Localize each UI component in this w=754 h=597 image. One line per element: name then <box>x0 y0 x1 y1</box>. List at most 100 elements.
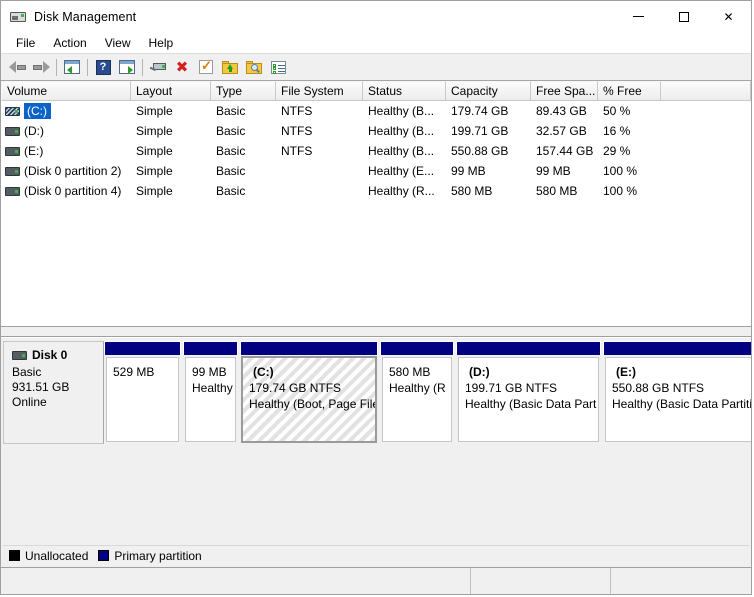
properties-check-button[interactable] <box>194 56 218 78</box>
cell-file-system: NTFS <box>276 144 363 158</box>
list-properties-button[interactable] <box>266 56 290 78</box>
table-row[interactable]: (E:) Simple Basic NTFS Healthy (B... 550… <box>1 141 751 161</box>
partition-body: 99 MB Healthy <box>185 357 236 442</box>
export-list-button[interactable] <box>218 56 242 78</box>
disk-title: Disk 0 <box>12 348 103 363</box>
legend: Unallocated Primary partition <box>3 545 749 565</box>
find-button[interactable] <box>242 56 266 78</box>
help-icon: ? <box>96 60 111 75</box>
help-button[interactable]: ? <box>91 56 115 78</box>
list-properties-icon <box>271 61 286 74</box>
volume-drive-icon <box>5 107 20 116</box>
status-pane-1 <box>1 568 471 594</box>
column-header-capacity[interactable]: Capacity <box>446 81 531 101</box>
partition-block[interactable]: 529 MB <box>104 341 181 444</box>
cell-free-space: 89.43 GB <box>531 104 598 118</box>
table-row[interactable]: (Disk 0 partition 4) Simple Basic Health… <box>1 181 751 201</box>
forward-button[interactable] <box>29 56 53 78</box>
cell-status: Healthy (B... <box>363 124 446 138</box>
cell-file-system: NTFS <box>276 104 363 118</box>
volume-label: (E:) <box>24 144 43 158</box>
partition-block-selected[interactable]: (C:) 179.74 GB NTFS Healthy (Boot, Page … <box>240 341 378 444</box>
partition-body: (E:) 550.88 GB NTFS Healthy (Basic Data … <box>605 357 751 442</box>
column-header-file-system[interactable]: File System <box>276 81 363 101</box>
cell-volume: (D:) <box>1 124 131 138</box>
disk-type: Basic <box>12 365 103 380</box>
partition-block[interactable]: (E:) 550.88 GB NTFS Healthy (Basic Data … <box>603 341 751 444</box>
partition-body: (D:) 199.71 GB NTFS Healthy (Basic Data … <box>458 357 599 442</box>
delete-button[interactable]: ✖ <box>170 56 194 78</box>
volume-drive-icon <box>5 187 20 196</box>
partition-name: (E:) <box>612 364 751 380</box>
volume-drive-icon <box>5 147 20 156</box>
legend-label-primary-partition: Primary partition <box>114 549 201 563</box>
cell-status: Healthy (B... <box>363 104 446 118</box>
minimize-button[interactable] <box>616 1 661 32</box>
up-one-level-button[interactable] <box>60 56 84 78</box>
graphical-view-pane: Disk 0 Basic 931.51 GB Online 529 MB <box>1 337 751 567</box>
column-header-percent-free[interactable]: % Free <box>598 81 661 101</box>
volume-drive-icon <box>5 167 20 176</box>
cell-layout: Simple <box>131 184 211 198</box>
partition-block[interactable]: (D:) 199.71 GB NTFS Healthy (Basic Data … <box>456 341 601 444</box>
partition-type-bar <box>456 341 601 355</box>
maximize-button[interactable] <box>661 1 706 32</box>
partition-status: Healthy (Basic Data Part <box>465 396 598 412</box>
show-hide-console-tree-icon <box>119 60 135 74</box>
show-hide-console-tree-button[interactable] <box>115 56 139 78</box>
close-button[interactable]: ✕ <box>706 1 751 32</box>
toolbar: ? ✖ <box>1 53 751 81</box>
menu-item-help[interactable]: Help <box>140 34 183 52</box>
column-header-free-space[interactable]: Free Spa... <box>531 81 598 101</box>
menu-item-file[interactable]: File <box>7 34 44 52</box>
title-bar: Disk Management ✕ <box>1 1 751 32</box>
partition-name: (D:) <box>465 364 598 380</box>
column-header-layout[interactable]: Layout <box>131 81 211 101</box>
partition-block[interactable]: 99 MB Healthy <box>183 341 238 444</box>
menu-item-view[interactable]: View <box>96 34 140 52</box>
cell-type: Basic <box>211 104 276 118</box>
partition-type-bar <box>183 341 238 355</box>
volume-list-pane: Volume Layout Type File System Status Ca… <box>1 81 751 326</box>
partition-status: Healthy <box>192 380 235 396</box>
column-header-volume[interactable]: Volume <box>1 81 131 101</box>
pane-splitter[interactable] <box>1 326 751 337</box>
column-header-status[interactable]: Status <box>363 81 446 101</box>
disk-icon <box>12 351 27 360</box>
partition-block[interactable]: 580 MB Healthy (R <box>380 341 454 444</box>
rescan-disks-button[interactable] <box>146 56 170 78</box>
table-row[interactable]: (D:) Simple Basic NTFS Healthy (B... 199… <box>1 121 751 141</box>
toolbar-separator <box>142 59 143 76</box>
table-row[interactable]: (C:) Simple Basic NTFS Healthy (B... 179… <box>1 101 751 121</box>
disk-info-panel[interactable]: Disk 0 Basic 931.51 GB Online <box>3 341 104 444</box>
partition-name: (C:) <box>249 364 375 380</box>
partition-size: 550.88 GB NTFS <box>612 380 751 396</box>
toolbar-separator <box>56 59 57 76</box>
back-icon <box>9 61 26 74</box>
status-bar <box>1 567 751 594</box>
volume-label: (Disk 0 partition 2) <box>24 164 121 178</box>
volume-label: (Disk 0 partition 4) <box>24 184 121 198</box>
cell-free-space: 580 MB <box>531 184 598 198</box>
partition-body: 529 MB <box>106 357 179 442</box>
cell-capacity: 550.88 GB <box>446 144 531 158</box>
menu-item-action[interactable]: Action <box>44 34 95 52</box>
cell-capacity: 580 MB <box>446 184 531 198</box>
up-one-level-icon <box>64 60 80 74</box>
disk-row-disk0: Disk 0 Basic 931.51 GB Online 529 MB <box>3 341 749 444</box>
cell-capacity: 199.71 GB <box>446 124 531 138</box>
table-row[interactable]: (Disk 0 partition 2) Simple Basic Health… <box>1 161 751 181</box>
column-header-filler[interactable] <box>661 81 751 101</box>
column-header-type[interactable]: Type <box>211 81 276 101</box>
delete-icon: ✖ <box>176 60 189 75</box>
folder-search-icon <box>246 61 262 74</box>
legend-swatch-unallocated <box>9 550 20 561</box>
minimize-icon <box>633 16 644 17</box>
rescan-disks-icon <box>150 61 167 73</box>
legend-item-primary-partition: Primary partition <box>98 549 201 563</box>
cell-layout: Simple <box>131 124 211 138</box>
back-button[interactable] <box>5 56 29 78</box>
cell-layout: Simple <box>131 144 211 158</box>
cell-type: Basic <box>211 124 276 138</box>
disk-status: Online <box>12 395 103 410</box>
